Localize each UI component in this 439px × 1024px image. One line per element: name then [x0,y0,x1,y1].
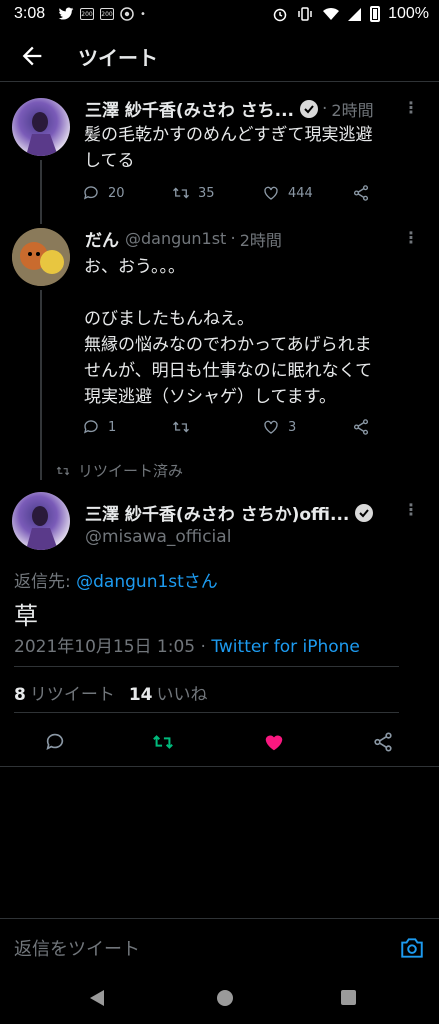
verified-badge-icon [355,503,374,522]
reply-prefix: 返信先: [14,572,77,592]
reply-icon [83,420,98,434]
sim-icon: 200 [100,8,114,20]
tweet-timestamp: 2021年10月15日 1:05 · Twitter for iPhone [14,632,360,657]
timestamp-text: 2021年10月15日 1:05 · [14,637,212,657]
display-name[interactable]: だん [85,226,119,251]
main-tweet-text: 草 [14,602,38,630]
notification-dot-icon: • [140,8,146,20]
heart-icon [264,420,278,434]
reply-input[interactable]: 返信をツイート [14,935,140,961]
retweet-small-icon [56,466,70,475]
chrome-icon [120,7,134,21]
retweet-button[interactable]: 35 [172,184,262,202]
avatar[interactable] [12,98,70,156]
reply-icon[interactable] [44,731,66,753]
sim-icon: 200 [80,8,94,20]
retweeted-label-text: リツイート済み [78,462,184,480]
like-button[interactable]: 3 [262,418,352,436]
separator-dot: · [321,98,328,119]
heart-icon [264,186,278,200]
reply-icon [83,186,98,200]
camera-icon[interactable] [399,935,425,961]
retweet-count: 35 [198,185,215,201]
tweet-time: 2時間 [239,230,282,250]
more-options-icon[interactable]: ⋮ [403,98,419,117]
alarm-icon [273,8,287,22]
tweet-text: 髪の毛乾かすのめんどすぎて現実逃避 してる [84,125,373,171]
share-button[interactable] [352,418,439,436]
tweet-stats: 8 リツイート 14 いいね [14,680,208,705]
display-name[interactable]: 三澤 紗千香(みさわ さちか)offi... [85,500,349,525]
avatar-photo [26,112,58,156]
heart-filled-icon[interactable] [263,731,285,753]
reply-count: 20 [108,185,125,201]
reply-composer[interactable]: 返信をツイート [0,918,439,976]
system-nav-bar [0,976,439,1024]
share-icon [353,419,369,435]
like-stat[interactable]: 14 いいね [129,680,208,705]
signal-icon [348,8,362,21]
nav-back-icon[interactable] [90,990,104,1006]
divider [14,712,399,713]
tweet-text: お、おう。。。 のびましたもんねえ。 無縁の悩みなのでわかってあげられま せんが… [84,257,373,407]
like-stat-count: 14 [128,685,153,705]
like-count: 3 [288,419,297,435]
like-button[interactable]: 444 [262,184,352,202]
twitter-icon [58,7,74,20]
verified-badge-icon [299,99,318,118]
replying-to: 返信先: @dangun1stさん [14,567,218,592]
status-bar: 3:08 200 200 • 100% [0,0,439,30]
avatar-photo [12,228,70,286]
retweet-icon [173,187,189,199]
more-options-icon[interactable]: ⋮ [403,228,419,247]
nav-recents-icon[interactable] [341,990,356,1005]
battery-percent: 100% [388,5,429,22]
tweet-actions: 1 3 [82,418,439,436]
divider [14,666,399,667]
user-handle[interactable]: @misawa_official [85,527,231,547]
more-options-icon[interactable]: ⋮ [403,500,419,519]
avatar[interactable] [12,492,70,550]
main-tweet-actions [0,725,439,765]
top-app-bar: ツイート [0,30,439,82]
tweet-header: 三澤 紗千香(みさわ さち... · 2時間 [85,96,374,122]
tweet-header: だん @dangun1st · 2時間 [85,226,282,252]
retweet-stat-count: 8 [14,685,26,705]
nav-home-icon[interactable] [217,990,233,1006]
retweet-stat-label: リツイート [29,685,115,705]
tweet-parent[interactable]: 三澤 紗千香(みさわ さち... · 2時間 ⋮ 髪の毛乾かすのめんどすぎて現実… [0,82,439,222]
page-title: ツイート [78,46,158,70]
reply-button[interactable]: 20 [82,184,172,202]
user-handle[interactable]: @dangun1st [125,229,226,248]
back-arrow-icon[interactable] [18,42,46,70]
share-icon[interactable] [372,731,394,753]
retweet-button[interactable] [172,418,262,436]
reply-count: 1 [108,419,117,435]
avatar[interactable] [12,228,70,286]
retweeted-label: リツイート済み [56,460,183,481]
wifi-icon [323,7,340,20]
tweet-actions: 20 35 444 [82,184,439,202]
display-name[interactable]: 三澤 紗千香(みさわ さち... [85,96,294,121]
reply-target-link[interactable]: @dangun1stさん [76,572,218,592]
avatar-photo [26,506,58,550]
status-time: 3:08 [14,5,46,22]
share-button[interactable] [352,184,439,202]
retweet-stat[interactable]: 8 リツイート [14,680,115,705]
like-count: 444 [288,185,313,201]
tweet-reply[interactable]: だん @dangun1st · 2時間 ⋮ お、おう。。。 のびましたもんねえ。… [0,222,439,452]
retweet-icon [173,421,189,433]
divider [0,766,439,767]
retweet-icon[interactable] [152,731,174,753]
battery-icon [370,6,381,22]
main-tweet-header: 三澤 紗千香(みさわ さちか)offi... [85,500,374,525]
vibrate-icon [298,7,312,21]
source-link[interactable]: Twitter for iPhone [211,637,360,657]
reply-button[interactable]: 1 [82,418,172,436]
tweet-time: 2時間 [331,100,374,120]
like-stat-label: いいね [156,685,208,705]
share-icon [353,185,369,201]
separator-dot: · [230,228,236,249]
